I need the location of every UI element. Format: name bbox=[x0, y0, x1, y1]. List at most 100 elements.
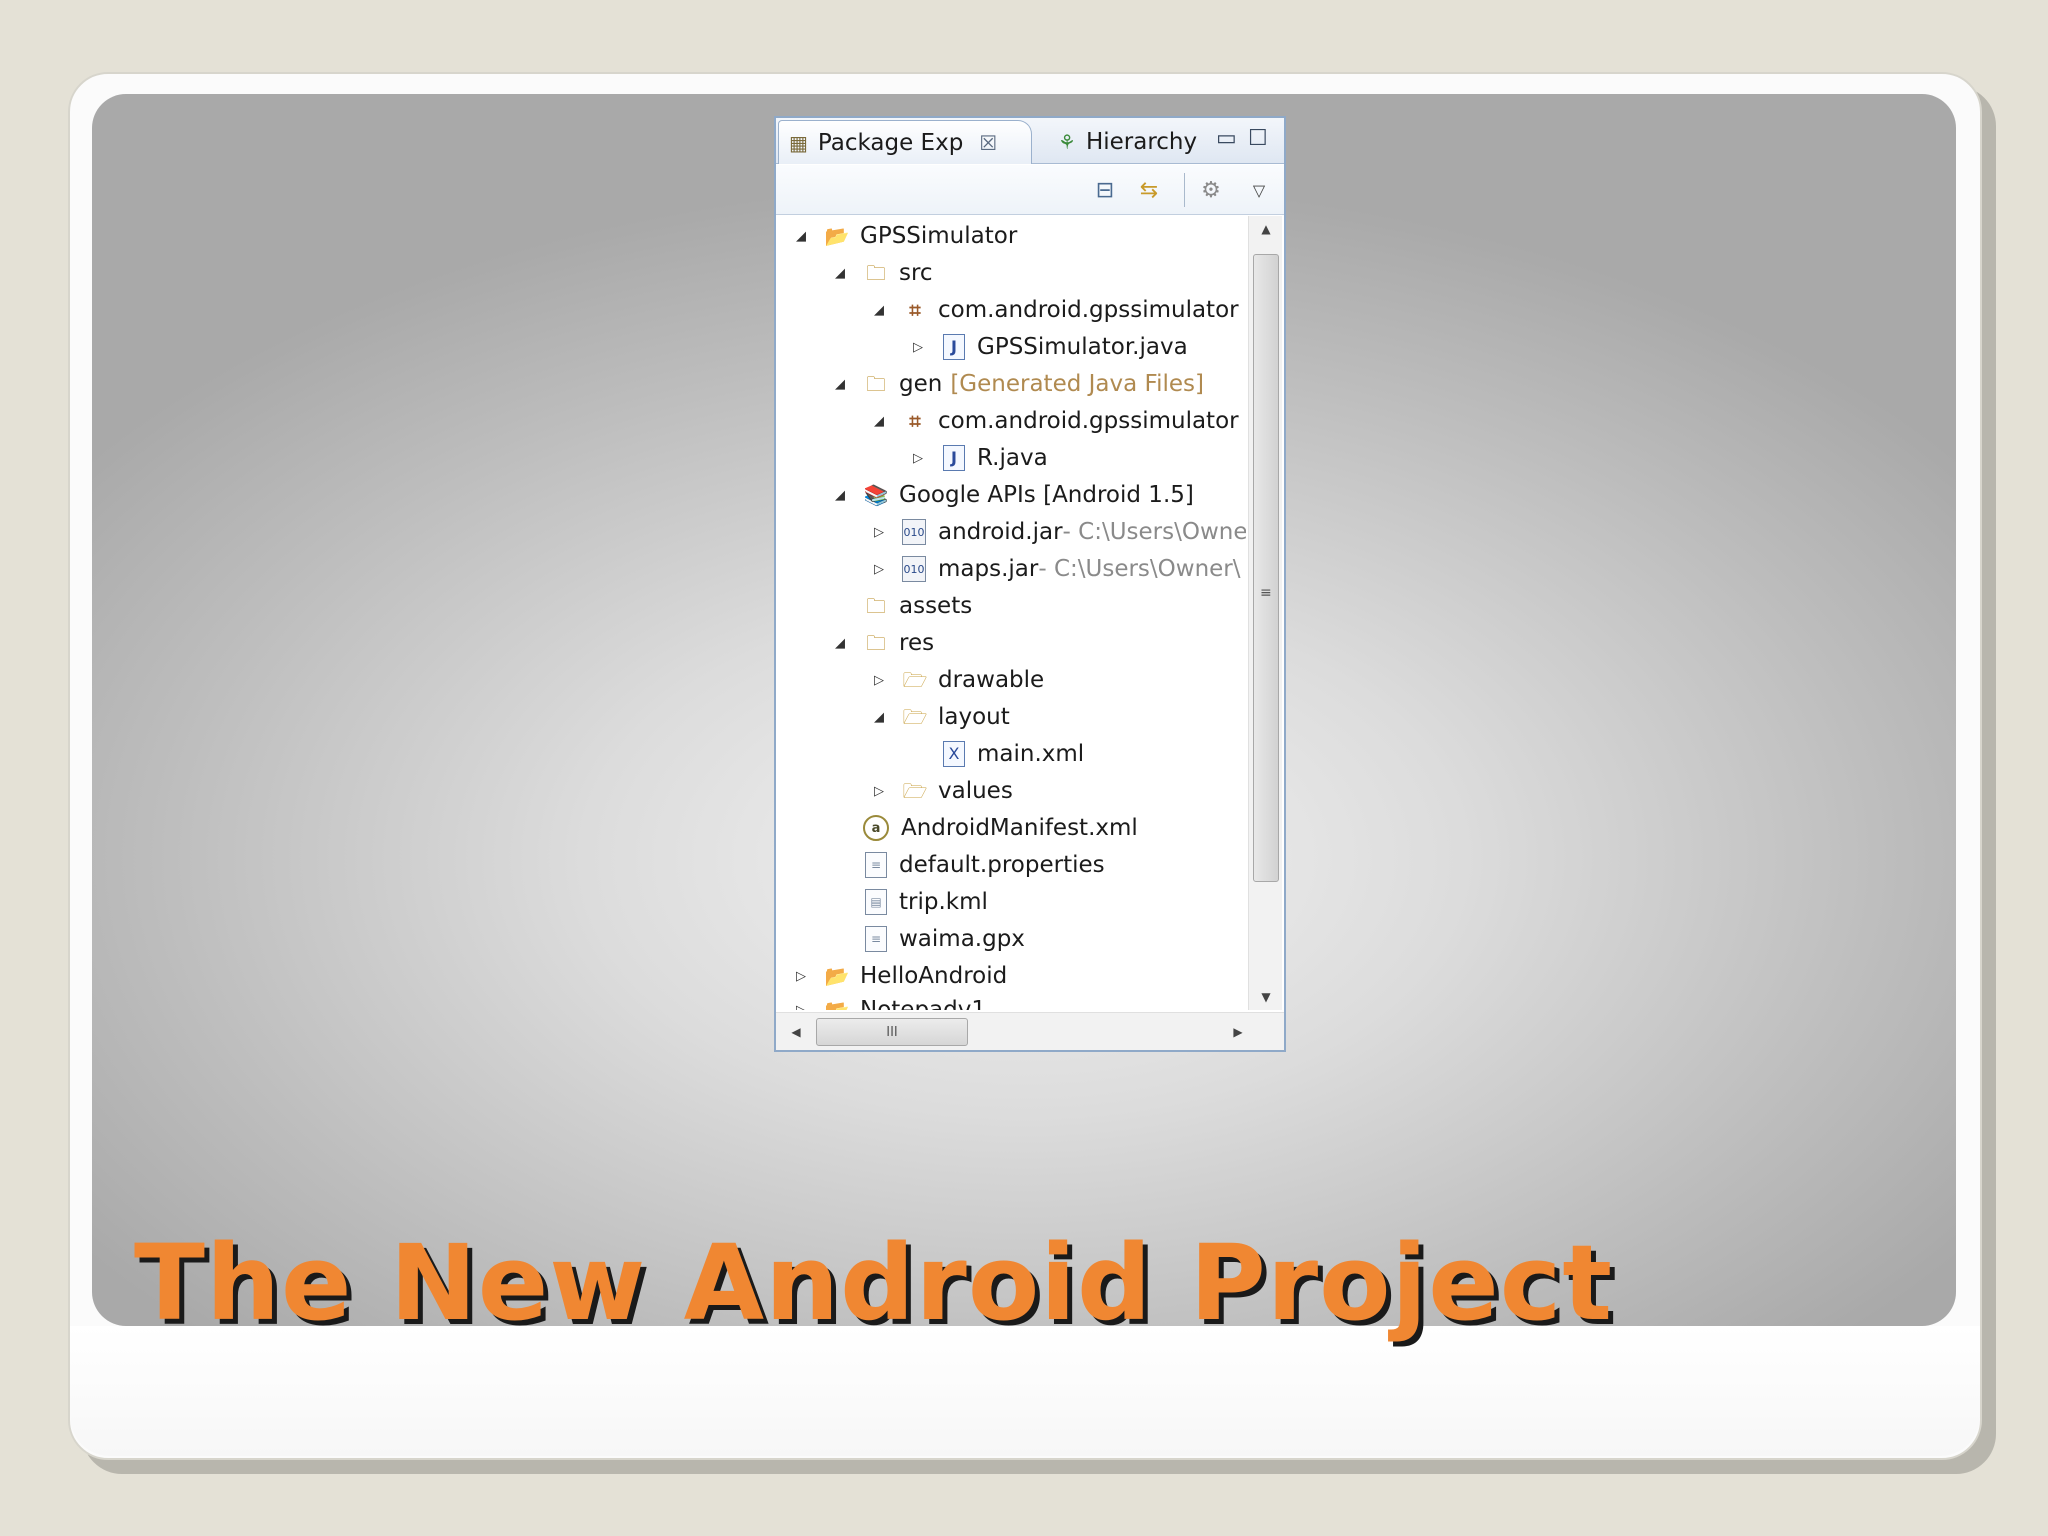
tree-item-gpssimulator-project[interactable]: ◢ 📂 GPSSimulator bbox=[792, 218, 1017, 254]
tree-item-java-file[interactable]: ▷ J GPSSimulator.java bbox=[909, 329, 1188, 365]
tree-item-res[interactable]: ◢ 🗀 res bbox=[831, 625, 934, 661]
tree-item-java-file[interactable]: ▷ J R.java bbox=[909, 440, 1048, 476]
java-file-icon: J bbox=[943, 334, 965, 360]
vertical-scroll-thumb[interactable]: ≡ bbox=[1253, 254, 1279, 882]
horizontal-scrollbar[interactable]: ◀ III ▶ bbox=[776, 1012, 1284, 1050]
tree-item-label: android.jar bbox=[938, 519, 1063, 545]
folder-icon: 🗀 bbox=[866, 631, 886, 655]
tab-package-explorer-label: Package Exp bbox=[817, 129, 964, 156]
tree-item-label: Notepadv1 bbox=[860, 997, 986, 1010]
tree-item-layout[interactable]: ◢ 🗁 layout bbox=[870, 699, 1010, 735]
expand-toggle-icon[interactable]: ◢ bbox=[831, 266, 849, 281]
tree-item-helloandroid-project[interactable]: ▷ 📂 HelloAndroid bbox=[792, 958, 1007, 994]
tree-item-main-xml[interactable]: X main.xml bbox=[909, 736, 1084, 772]
text-file-icon: ≡ bbox=[865, 852, 887, 878]
generated-folder-icon: 🗀 bbox=[866, 372, 886, 396]
tab-package-explorer[interactable]: ▦ Package Exp ☒ bbox=[778, 120, 1032, 164]
tree-item-jar[interactable]: ▷ 010 maps.jar - C:\Users\Owner\ bbox=[870, 551, 1241, 587]
close-icon[interactable]: ☒ bbox=[979, 131, 997, 155]
tree-item-label: layout bbox=[938, 704, 1010, 730]
jar-path: - C:\Users\Owner\ bbox=[1038, 556, 1241, 582]
view-tab-bar: ▦ Package Exp ☒ ⚘ Hierarchy ▭ ☐ bbox=[776, 118, 1284, 164]
tree-item-label: drawable bbox=[938, 667, 1045, 693]
source-folder-icon: 🗀 bbox=[866, 261, 886, 285]
tree-item-label: res bbox=[899, 630, 935, 656]
tree-item-label: gen bbox=[899, 371, 943, 397]
hierarchy-icon: ⚘ bbox=[1058, 130, 1076, 154]
jar-path: - C:\Users\Owne bbox=[1062, 519, 1246, 545]
minimize-view-icon[interactable]: ▭ bbox=[1216, 126, 1237, 151]
slide-title: The New Android Project bbox=[134, 1222, 1614, 1344]
tree-item-package[interactable]: ◢ ⌗ com.android.gpssimulator bbox=[870, 292, 1239, 328]
horizontal-scroll-thumb[interactable]: III bbox=[816, 1018, 968, 1046]
tree-item-label: HelloAndroid bbox=[860, 963, 1008, 989]
tree-item-notepadv1-project[interactable]: ▷ 📂 Notepadv1 bbox=[792, 992, 986, 1010]
tree-item-label: GPSSimulator.java bbox=[977, 334, 1188, 360]
tree-item-label: values bbox=[938, 778, 1013, 804]
expand-toggle-icon[interactable]: ▷ bbox=[870, 673, 888, 688]
tree-item-label: waima.gpx bbox=[899, 926, 1025, 952]
view-toolbar: ⊟ ⇆ ⚙ ▽ bbox=[776, 165, 1284, 215]
jar-icon: 010 bbox=[902, 519, 926, 545]
android-manifest-icon: a bbox=[863, 815, 889, 841]
expand-toggle-icon[interactable]: ▷ bbox=[909, 340, 927, 355]
tree-item-drawable[interactable]: ▷ 🗁 drawable bbox=[870, 662, 1044, 698]
tree-item-assets[interactable]: 🗀 assets bbox=[831, 588, 972, 624]
scroll-down-icon[interactable]: ▼ bbox=[1249, 984, 1283, 1010]
tree-item-label: maps.jar bbox=[938, 556, 1039, 582]
expand-toggle-icon[interactable]: ▷ bbox=[870, 562, 888, 577]
expand-toggle-icon[interactable]: ◢ bbox=[831, 488, 849, 503]
tree-item-package[interactable]: ◢ ⌗ com.android.gpssimulator bbox=[870, 403, 1239, 439]
tree-item-default-properties[interactable]: ≡ default.properties bbox=[831, 847, 1105, 883]
generated-files-note: [Generated Java Files] bbox=[950, 371, 1204, 397]
project-icon: 📂 bbox=[824, 224, 850, 248]
package-tree: ◢ 📂 GPSSimulator ◢ 🗀 src ◢ ⌗ com.android… bbox=[776, 216, 1246, 1010]
scroll-up-icon[interactable]: ▲ bbox=[1249, 216, 1283, 242]
expand-toggle-icon[interactable]: ▷ bbox=[870, 784, 888, 799]
expand-toggle-icon[interactable]: ◢ bbox=[792, 229, 810, 244]
expand-toggle-icon[interactable]: ▷ bbox=[792, 1003, 810, 1011]
java-file-icon: J bbox=[943, 445, 965, 471]
xml-file-icon: X bbox=[943, 741, 965, 767]
tree-item-label: Google APIs [Android 1.5] bbox=[899, 482, 1194, 508]
expand-toggle-icon[interactable]: ◢ bbox=[870, 303, 888, 318]
expand-toggle-icon[interactable]: ▷ bbox=[909, 451, 927, 466]
tree-item-waima-gpx[interactable]: ≡ waima.gpx bbox=[831, 921, 1025, 957]
scroll-right-icon[interactable]: ▶ bbox=[1226, 1013, 1250, 1051]
expand-toggle-icon[interactable]: ◢ bbox=[831, 636, 849, 651]
collapse-all-icon[interactable]: ⊟ bbox=[1090, 175, 1120, 205]
project-icon: 📂 bbox=[824, 964, 850, 988]
filters-icon[interactable]: ⚙ bbox=[1196, 175, 1226, 205]
expand-toggle-icon[interactable]: ◢ bbox=[870, 414, 888, 429]
tree-item-label: default.properties bbox=[899, 852, 1105, 878]
slide-footer-area bbox=[70, 1326, 1980, 1456]
link-with-editor-icon[interactable]: ⇆ bbox=[1134, 175, 1164, 205]
library-icon: 📚 bbox=[863, 483, 889, 507]
expand-toggle-icon[interactable]: ▷ bbox=[870, 525, 888, 540]
tree-item-manifest[interactable]: a AndroidManifest.xml bbox=[831, 810, 1138, 846]
folder-icon: 🗁 bbox=[902, 668, 928, 692]
tree-item-values[interactable]: ▷ 🗁 values bbox=[870, 773, 1013, 809]
expand-toggle-icon[interactable]: ◢ bbox=[831, 377, 849, 392]
tree-item-label: com.android.gpssimulator bbox=[938, 408, 1239, 434]
expand-toggle-icon[interactable]: ◢ bbox=[870, 710, 888, 725]
folder-icon: 🗀 bbox=[866, 594, 886, 618]
tree-item-label: com.android.gpssimulator bbox=[938, 297, 1239, 323]
tree-item-jar[interactable]: ▷ 010 android.jar - C:\Users\Owne bbox=[870, 514, 1246, 550]
scroll-left-icon[interactable]: ◀ bbox=[784, 1013, 808, 1051]
tree-item-google-apis[interactable]: ◢ 📚 Google APIs [Android 1.5] bbox=[831, 477, 1194, 513]
expand-toggle-icon[interactable]: ▷ bbox=[792, 969, 810, 984]
scroll-grip-icon: ≡ bbox=[1260, 585, 1272, 601]
maximize-view-icon[interactable]: ☐ bbox=[1248, 126, 1268, 151]
tree-item-label: AndroidManifest.xml bbox=[901, 815, 1138, 841]
tree-item-gen[interactable]: ◢ 🗀 gen [Generated Java Files] bbox=[831, 366, 1204, 402]
jar-icon: 010 bbox=[902, 556, 926, 582]
vertical-scrollbar[interactable]: ▲ ≡ ▼ bbox=[1248, 216, 1282, 1010]
project-icon: 📂 bbox=[824, 998, 850, 1010]
folder-icon: 🗁 bbox=[902, 779, 928, 803]
tree-item-src[interactable]: ◢ 🗀 src bbox=[831, 255, 933, 291]
view-menu-icon[interactable]: ▽ bbox=[1244, 175, 1274, 205]
tab-hierarchy[interactable]: ⚘ Hierarchy bbox=[1046, 122, 1222, 162]
package-icon: ⌗ bbox=[909, 298, 921, 322]
tree-item-trip-kml[interactable]: ▤ trip.kml bbox=[831, 884, 988, 920]
